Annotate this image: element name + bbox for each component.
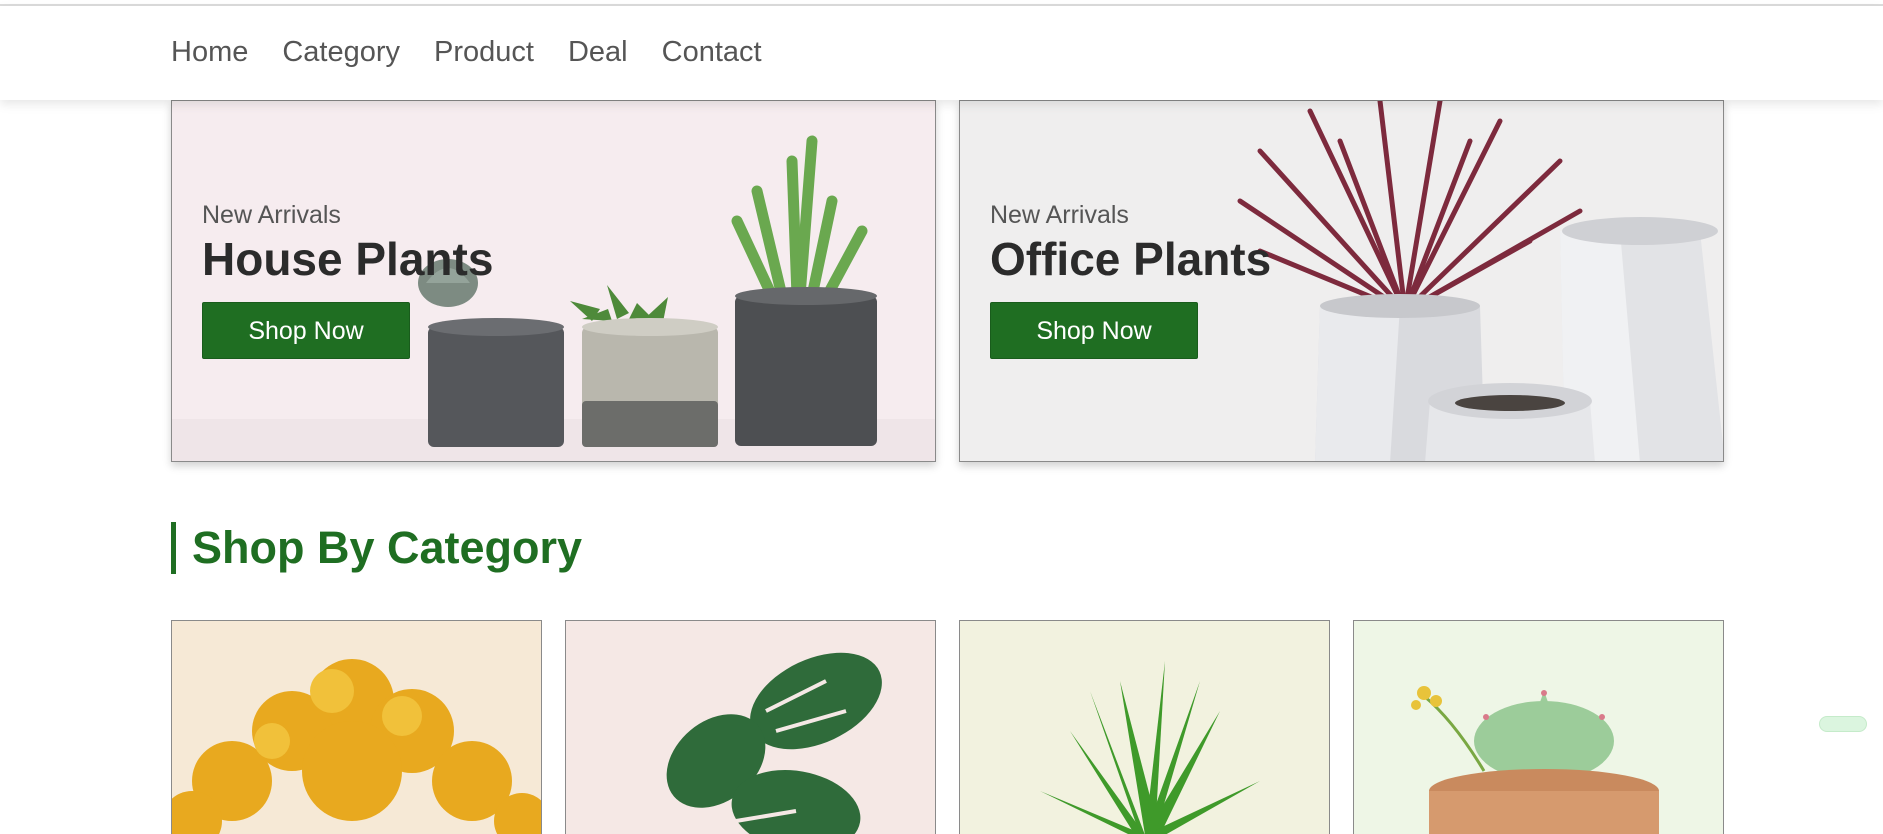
nav-link-product[interactable]: Product [434,36,534,69]
office-plants-banner: New Arrivals Office Plants Shop Now [959,100,1724,462]
banner-subtitle: New Arrivals [990,201,1129,229]
floating-chat-widget[interactable] [1819,716,1867,732]
office-plants-banner-text: New Arrivals Office Plants Shop Now [990,201,1271,359]
nav-link-home[interactable]: Home [171,36,248,69]
shop-now-button-office-plants[interactable]: Shop Now [990,302,1198,359]
banner-title: House Plants [202,233,494,285]
banner-subtitle: New Arrivals [202,201,341,229]
house-plants-banner: New Arrivals House Plants Shop Now [171,100,936,462]
category-card-succulent[interactable] [1353,620,1724,834]
nav-links: Home Category Product Deal Contact [171,36,762,69]
category-card-bonsai[interactable] [171,620,542,834]
section-title: Shop By Category [192,522,583,573]
house-plants-banner-text: New Arrivals House Plants Shop Now [202,201,493,359]
dracaena-plant-image [1040,661,1260,834]
category-card-monstera[interactable] [565,620,936,834]
bonsai-tree-image [172,659,541,834]
monstera-plant-image [666,652,882,834]
nav-link-contact[interactable]: Contact [662,36,762,69]
nav-link-category[interactable]: Category [282,36,400,69]
shop-by-category-heading: Shop By Category [171,522,582,574]
banner-title: Office Plants [990,233,1272,285]
nav-link-deal[interactable]: Deal [568,36,628,69]
category-card-dracaena[interactable] [959,620,1330,834]
navbar: Home Category Product Deal Contact [0,6,1883,100]
succulent-pot-image [1411,686,1659,834]
shop-now-button-house-plants[interactable]: Shop Now [202,302,410,359]
